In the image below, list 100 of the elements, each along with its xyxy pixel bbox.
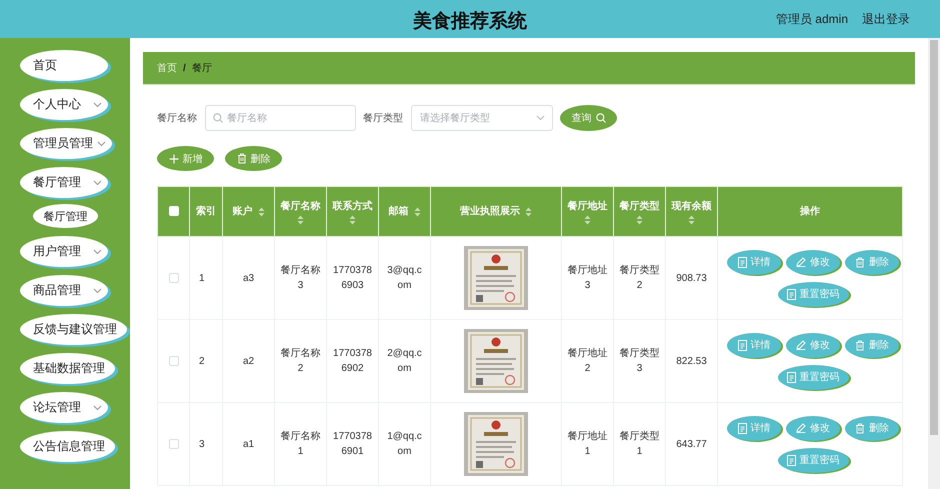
sidebar-item[interactable]: 反馈与建议管理 [20, 314, 127, 345]
table-cell: 餐厅地址3 [568, 265, 608, 291]
table-cell: 餐厅类型3 [620, 348, 660, 374]
sidebar-item[interactable]: 商品管理 [20, 275, 108, 306]
edit-button[interactable]: 修改 [786, 332, 840, 358]
select-field[interactable]: 请选择餐厅类型 [411, 105, 553, 131]
column-header[interactable]: 餐厅名称 [274, 186, 326, 236]
sort-icon[interactable] [636, 214, 643, 224]
app-title: 美食推荐系统 [413, 11, 527, 32]
sort-icon[interactable] [349, 214, 356, 224]
sidebar-item[interactable]: 管理员管理 [20, 128, 112, 159]
table-cell: 3 [199, 438, 205, 450]
trash-icon [236, 153, 246, 164]
sidebar-item[interactable]: 公告信息管理 [20, 431, 115, 462]
sidebar-item[interactable]: 个人中心 [20, 89, 108, 120]
sidebar-item[interactable]: 首页 [20, 50, 108, 81]
chevron-icon [536, 115, 545, 121]
table-cell: 17703786902 [333, 348, 372, 374]
table-cell: 17703786903 [333, 265, 372, 291]
document-icon [738, 340, 746, 350]
reset-password-button[interactable]: 重置密码 [778, 448, 848, 472]
sidebar-item[interactable]: 用户管理 [20, 236, 108, 267]
sidebar-item[interactable]: 基础数据管理 [20, 353, 115, 384]
column-header[interactable]: 邮箱 [378, 186, 430, 236]
breadcrumb-separator: / [183, 62, 186, 74]
row-checkbox[interactable] [168, 356, 178, 366]
reset-password-button[interactable]: 重置密码 [778, 364, 848, 390]
sort-icon[interactable] [414, 206, 420, 216]
delete-button[interactable]: 删除 [845, 332, 899, 358]
table-cell: 17703786901 [333, 431, 372, 457]
trash-icon [855, 340, 865, 350]
document-icon [786, 372, 796, 382]
table-cell: 餐厅名称1 [280, 431, 320, 457]
sidebar-item[interactable]: 论坛管理 [20, 392, 108, 423]
breadcrumb-item: 餐厅 [192, 62, 212, 75]
table-cell: 1@qq.com [387, 431, 422, 457]
table-cell: 2 [199, 356, 205, 366]
trash-icon [855, 422, 865, 434]
document-icon [738, 422, 746, 434]
reset-password-button[interactable]: 重置密码 [778, 282, 848, 306]
sort-icon[interactable] [688, 214, 695, 224]
row-checkbox[interactable] [168, 438, 178, 449]
pencil-icon [796, 423, 806, 433]
sort-icon[interactable] [258, 206, 264, 216]
detail-button[interactable]: 详情 [727, 250, 781, 274]
document-icon [786, 454, 796, 466]
field-label: 餐厅名称 [157, 112, 197, 125]
add-button[interactable]: 新增 [157, 146, 214, 171]
search-field[interactable]: 餐厅名称 [205, 105, 356, 131]
row-checkbox[interactable] [168, 272, 178, 283]
trash-icon [855, 256, 865, 268]
table-cell: a2 [242, 356, 254, 366]
search-icon [596, 113, 606, 123]
pencil-icon [796, 340, 806, 350]
document-icon [786, 288, 796, 300]
table-cell: 餐厅类型1 [620, 431, 660, 457]
field-label: 餐厅类型 [363, 112, 403, 125]
sort-icon[interactable] [584, 214, 591, 224]
column-header[interactable]: 营业执照展示 [430, 186, 562, 236]
table-cell: 餐厅名称3 [280, 265, 320, 291]
table-cell: 3@qq.com [387, 265, 422, 291]
delete-button[interactable]: 删除 [225, 146, 282, 171]
table-cell: 1 [199, 272, 205, 284]
table-cell: 餐厅名称2 [280, 348, 320, 374]
edit-button[interactable]: 修改 [786, 250, 840, 274]
detail-button[interactable]: 详情 [727, 332, 781, 358]
column-header[interactable]: 餐厅类型 [614, 186, 666, 236]
column-header[interactable]: 账户 [222, 186, 274, 236]
query-button[interactable]: 查询 [560, 105, 617, 131]
table-cell: 643.77 [676, 438, 707, 450]
column-header: 操作 [718, 186, 902, 236]
delete-button[interactable]: 删除 [845, 250, 899, 274]
pencil-icon [796, 257, 806, 267]
select-all-checkbox[interactable] [168, 206, 178, 216]
user-label: 管理员 admin [776, 10, 848, 28]
column-header[interactable]: 现有余额 [666, 186, 718, 236]
search-icon [213, 113, 223, 123]
column-header[interactable]: 联系方式 [326, 186, 378, 236]
table-cell: 餐厅地址1 [568, 431, 608, 457]
table-cell: 908.73 [676, 272, 707, 284]
scrollbar[interactable] [928, 38, 940, 489]
logout-link[interactable]: 退出登录 [862, 10, 910, 28]
sort-icon[interactable] [525, 206, 532, 216]
plus-icon [168, 154, 178, 164]
table-cell: 822.53 [676, 356, 707, 366]
breadcrumb-item[interactable]: 首页 [157, 61, 177, 75]
sidebar-item[interactable]: 餐厅管理 [20, 167, 108, 198]
table-cell: a1 [242, 438, 254, 450]
table-cell: a3 [242, 272, 254, 284]
column-header[interactable]: 餐厅地址 [562, 186, 614, 236]
delete-button[interactable]: 删除 [845, 416, 899, 440]
sidebar-subitem[interactable]: 餐厅管理 [33, 204, 98, 228]
detail-button[interactable]: 详情 [727, 416, 781, 440]
sort-icon[interactable] [297, 214, 304, 224]
column-header: 索引 [190, 186, 222, 236]
table-cell: 2@qq.com [387, 348, 422, 374]
document-icon [738, 256, 746, 268]
table-cell: 餐厅类型2 [620, 265, 660, 291]
edit-button[interactable]: 修改 [786, 416, 840, 440]
table-cell: 餐厅地址2 [568, 348, 608, 374]
